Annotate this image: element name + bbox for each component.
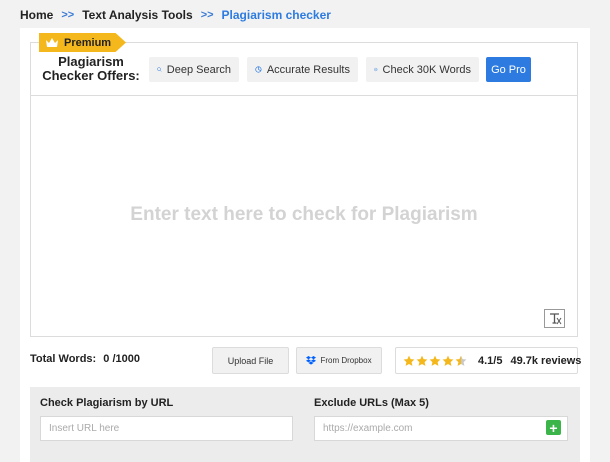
exclude-url-input[interactable] [314,416,568,441]
breadcrumb-text-analysis-tools[interactable]: Text Analysis Tools [82,8,192,22]
text-format-icon[interactable] [544,309,565,328]
total-words: Total Words: 0 /1000 [30,353,140,365]
star-icon [455,355,467,366]
breadcrumb-separator: >> [200,9,214,21]
crown-icon [45,37,59,48]
from-dropbox-button[interactable]: From Dropbox [296,347,382,374]
from-dropbox-label: From Dropbox [320,356,372,365]
search-icon [157,67,162,72]
upload-file-button[interactable]: Upload File [212,347,289,374]
total-words-label: Total Words: [30,353,97,365]
url-check-section: Check Plagiarism by URL Exclude URLs (Ma… [30,387,580,462]
feature-label: Deep Search [166,63,231,76]
feature-deep-search: Deep Search [149,57,239,82]
star-icon [429,355,441,366]
check-circle-icon [374,67,378,72]
breadcrumb-current-page: Plagiarism checker [221,8,331,22]
check-url-input[interactable] [40,416,293,441]
star-icon [442,355,454,366]
text-input-area[interactable]: Enter text here to check for Plagiarism [30,96,578,337]
pie-chart-icon [255,66,262,73]
premium-offers-bar: Premium Plagiarism Checker Offers: Deep … [30,33,578,96]
premium-badge-label: Premium [64,36,112,49]
feature-accurate-results: Accurate Results [247,57,358,82]
premium-badge: Premium [39,33,126,52]
review-count: 49.7k reviews [510,354,582,367]
star-rating [403,355,468,367]
dropbox-icon [306,356,317,365]
breadcrumb: Home >> Text Analysis Tools >> Plagiaris… [20,8,331,22]
rating-box: 4.1/5 49.7k reviews [395,347,582,374]
exclude-urls-label: Exclude URLs (Max 5) [314,397,429,409]
star-icon [403,355,415,366]
plagiarism-checker-panel: Premium Plagiarism Checker Offers: Deep … [20,28,590,462]
feature-check-30k-words: Check 30K Words [366,57,479,82]
plus-icon: + [549,419,558,436]
total-words-value: 0 /1000 [103,353,140,365]
go-pro-button[interactable]: Go Pro [486,57,531,82]
text-input-placeholder: Enter text here to check for Plagiarism [130,204,478,225]
star-icon [416,355,428,366]
feature-label: Accurate Results [266,63,350,76]
stats-row: Total Words: 0 /1000 Upload File From Dr… [30,347,582,375]
rating-value: 4.1/5 [478,354,503,367]
feature-label: Check 30K Words [382,63,471,76]
breadcrumb-separator: >> [61,9,75,21]
breadcrumb-home[interactable]: Home [20,8,53,22]
check-by-url-label: Check Plagiarism by URL [40,397,174,409]
offers-title: Plagiarism Checker Offers: [42,54,140,83]
add-url-button[interactable]: + [546,420,561,435]
